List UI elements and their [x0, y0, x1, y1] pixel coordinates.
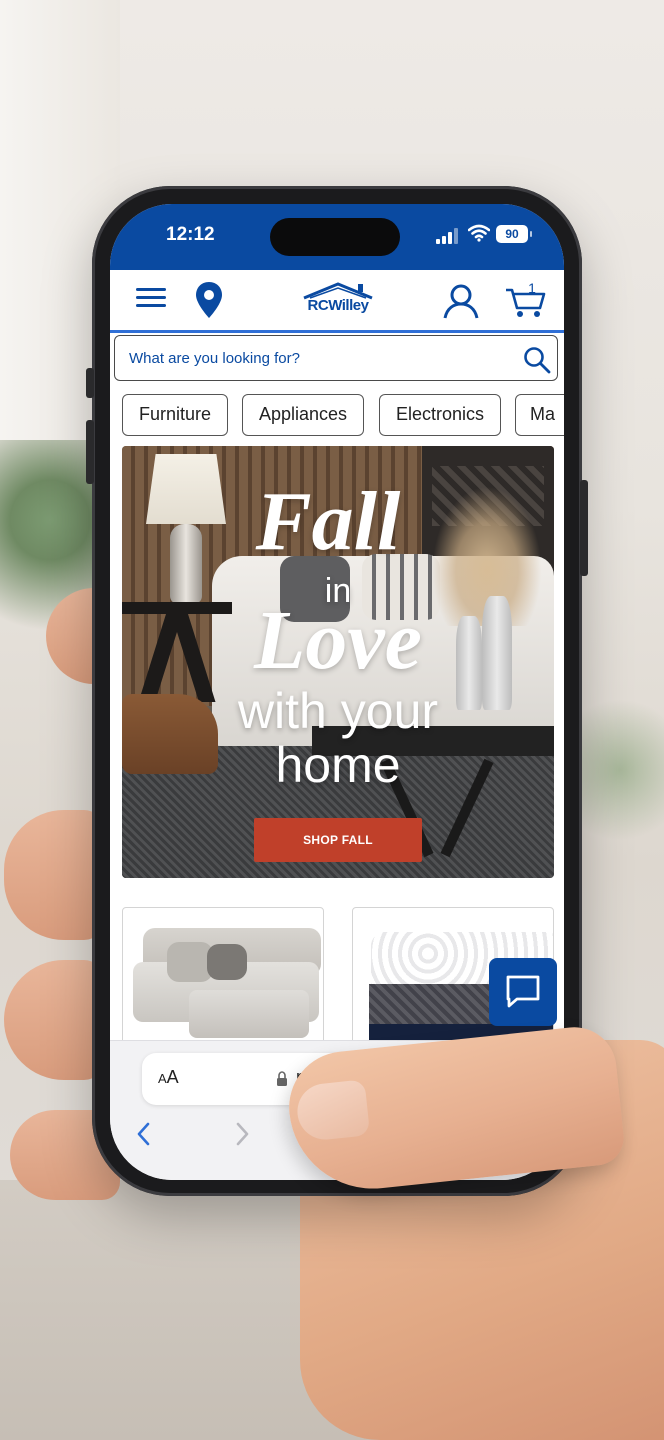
status-bar: 12:12 90: [110, 204, 564, 270]
category-chip-appliances[interactable]: Appliances: [242, 394, 364, 436]
thumb-nail: [294, 1079, 371, 1143]
product-card-sofa[interactable]: [122, 907, 324, 1057]
cart-icon[interactable]: 1: [504, 280, 546, 320]
text-size-large-a: A: [166, 1067, 179, 1087]
dynamic-island: [270, 218, 400, 256]
site-header: RCWilley 1: [110, 270, 564, 333]
wifi-icon: [468, 224, 490, 242]
photo-background: 12:12 90 RCWilley 1 What are you looking…: [0, 0, 664, 1440]
phone-screen: 12:12 90 RCWilley 1 What are you looking…: [110, 204, 564, 1180]
category-chip-more[interactable]: Ma: [515, 394, 564, 436]
menu-icon[interactable]: [136, 288, 166, 312]
category-chip-furniture[interactable]: Furniture: [122, 394, 228, 436]
chat-button[interactable]: [489, 958, 557, 1026]
finger-middle: [4, 810, 104, 940]
rcwilley-logo[interactable]: RCWilley: [300, 280, 376, 320]
search-bar: [114, 335, 558, 381]
location-icon[interactable]: [194, 280, 224, 320]
hero-banner[interactable]: Fall in Love with your home SHOP FALL: [122, 446, 554, 878]
search-icon[interactable]: [523, 346, 551, 374]
sofa-image-chaise: [189, 990, 309, 1038]
sofa-image-pillow: [207, 944, 247, 980]
text-size-button[interactable]: AA: [158, 1067, 179, 1088]
chevron-right-icon[interactable]: [230, 1119, 254, 1149]
hero-headline-fall: Fall: [255, 475, 401, 568]
chevron-left-icon[interactable]: [132, 1119, 156, 1149]
category-chips: Furniture Appliances Electronics Ma: [122, 394, 564, 438]
battery-icon: 90: [496, 225, 532, 243]
hero-headline-with-your: with your: [237, 683, 439, 739]
category-chip-electronics[interactable]: Electronics: [379, 394, 501, 436]
cart-count: 1: [528, 280, 536, 296]
hero-headline-love: Love: [254, 594, 422, 687]
phone-volume-button: [86, 368, 94, 398]
hero-headline-home: home: [275, 737, 401, 793]
account-icon[interactable]: [442, 282, 480, 320]
chat-icon: [506, 975, 540, 1007]
status-time: 12:12: [166, 224, 215, 245]
phone-power-button: [580, 480, 588, 576]
logo-text: RCWilley: [307, 297, 369, 314]
shop-fall-button[interactable]: SHOP FALL: [254, 818, 422, 862]
text-size-small-a: A: [158, 1071, 167, 1086]
search-input[interactable]: [127, 336, 511, 381]
phone-volume-button: [86, 420, 94, 484]
signal-icon: [436, 228, 460, 244]
finger-ring: [4, 960, 104, 1080]
lock-icon: [277, 1071, 287, 1086]
